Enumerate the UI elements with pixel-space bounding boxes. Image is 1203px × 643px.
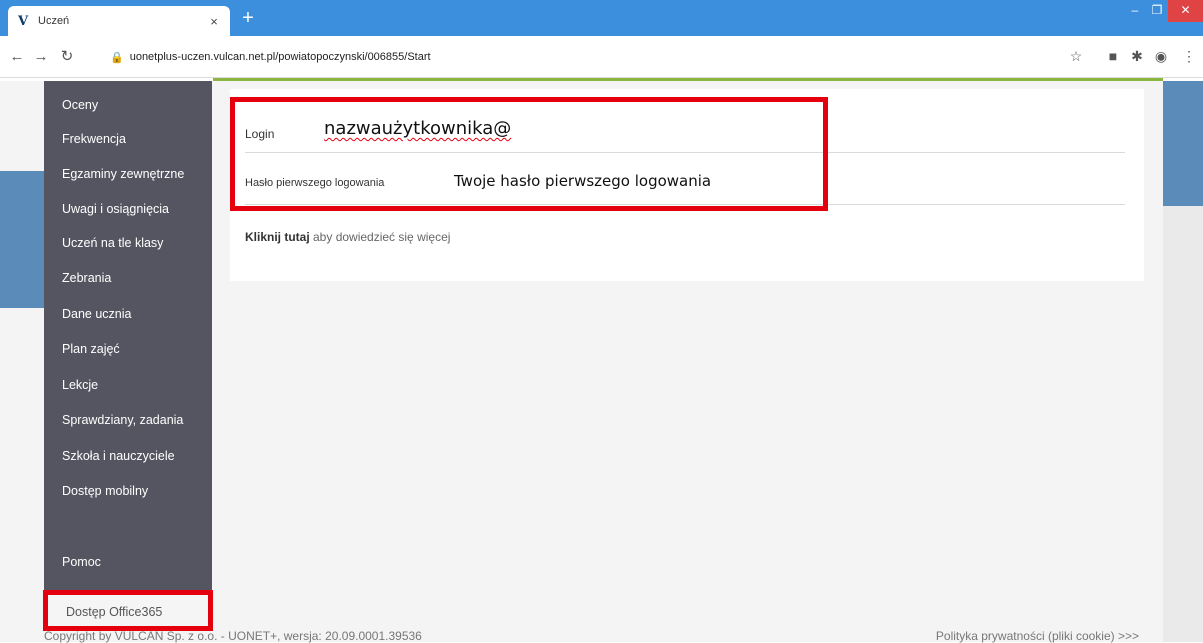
url-field[interactable]: 🔒 uonetplus-uczen.vulcan.net.pl/powiatop… [110, 44, 1070, 70]
sidebar-item-sprawdziany[interactable]: Sprawdziany, zadania [62, 413, 183, 427]
info-link[interactable]: Kliknij tutaj [245, 230, 310, 244]
close-tab-icon[interactable]: × [206, 14, 222, 29]
sidebar-item-pomoc[interactable]: Pomoc [62, 555, 101, 569]
address-bar: ← → ↻ 🔒 uonetplus-uczen.vulcan.net.pl/po… [0, 36, 1203, 78]
reload-icon[interactable]: ↻ [58, 48, 76, 66]
extension-icon[interactable]: ■ [1104, 47, 1122, 65]
scrollbar-thumb[interactable] [1163, 81, 1203, 206]
sidebar-item-egzaminy[interactable]: Egzaminy zewnętrzne [62, 167, 184, 181]
password-label: Hasło pierwszego logowania [245, 177, 385, 189]
copyright-text: Copyright by VULCAN Sp. z o.o. - UONET+,… [44, 629, 422, 643]
scrollbar[interactable] [1163, 81, 1203, 642]
left-decor-strip [0, 171, 44, 308]
back-icon[interactable]: ← [8, 48, 26, 66]
info-text: aby dowiedzieć się więcej [309, 230, 451, 244]
password-row: Hasło pierwszego logowania Twoje hasło p… [245, 153, 1125, 205]
sidebar-item-lekcje[interactable]: Lekcje [62, 378, 98, 392]
login-row: Login nazwaużytkownika@ [245, 109, 1125, 153]
star-icon[interactable]: ☆ [1067, 47, 1085, 65]
sidebar-item-oceny[interactable]: Oceny [62, 98, 98, 112]
url-text: uonetplus-uczen.vulcan.net.pl/powiatopoc… [129, 51, 431, 63]
sidebar: Oceny Frekwencja Egzaminy zewnętrzne Uwa… [44, 81, 212, 613]
lock-icon: 🔒 [110, 51, 124, 64]
sidebar-item-plan-zajec[interactable]: Plan zajęć [62, 342, 120, 356]
account-icon[interactable]: ◉ [1152, 47, 1170, 65]
maximize-icon[interactable]: ❐ [1146, 0, 1168, 22]
sidebar-item-uczen-na-tle-klasy[interactable]: Uczeń na tle klasy [62, 236, 163, 250]
credentials-card: Login nazwaużytkownika@ Hasło pierwszego… [230, 89, 1144, 281]
info-line: Kliknij tutaj aby dowiedzieć się więcej [245, 230, 450, 244]
password-value: Twoje hasło pierwszego logowania [454, 172, 712, 190]
sidebar-item-uwagi[interactable]: Uwagi i osiągnięcia [62, 202, 169, 216]
tab-title: Uczeń [38, 15, 70, 27]
sidebar-item-dostep-mobilny[interactable]: Dostęp mobilny [62, 484, 148, 498]
login-label: Login [245, 127, 275, 141]
page-body: Oceny Frekwencja Egzaminy zewnętrzne Uwa… [0, 81, 1203, 643]
sidebar-item-zebrania[interactable]: Zebrania [62, 271, 111, 285]
sidebar-item-szkola[interactable]: Szkoła i nauczyciele [62, 449, 175, 463]
vulcan-logo-icon: V [17, 13, 29, 29]
close-window-icon[interactable]: ✕ [1168, 0, 1203, 22]
menu-icon[interactable]: ⋮ [1180, 47, 1198, 65]
sidebar-item-office365-label: Dostęp Office365 [66, 605, 163, 619]
browser-tab-bar: V Uczeń × + – ❐ ✕ [0, 0, 1203, 36]
privacy-link[interactable]: Polityka prywatności (pliki cookie) >>> [936, 629, 1139, 643]
sidebar-item-office365[interactable]: Dostęp Office365 [43, 590, 213, 631]
login-value: nazwaużytkownika@ [324, 118, 512, 139]
forward-icon[interactable]: → [32, 48, 50, 66]
new-tab-button[interactable]: + [238, 8, 258, 28]
puzzle-icon[interactable]: ✱ [1128, 47, 1146, 65]
minimize-icon[interactable]: – [1124, 0, 1146, 22]
sidebar-item-dane-ucznia[interactable]: Dane ucznia [62, 307, 132, 321]
browser-tab[interactable]: V Uczeń × [8, 6, 230, 36]
sidebar-item-frekwencja[interactable]: Frekwencja [62, 132, 126, 146]
